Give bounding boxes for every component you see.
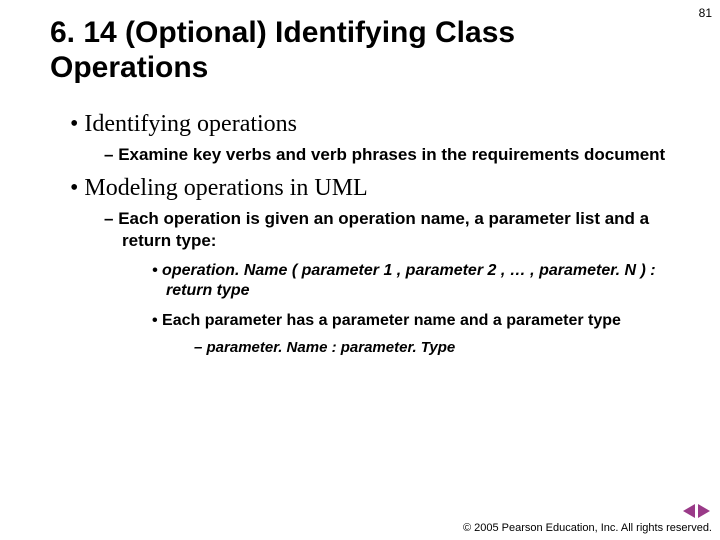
example-parameter-signature: parameter. Name : parameter. Type xyxy=(194,339,680,358)
bullet-identifying-operations: Identifying operations Examine key verbs… xyxy=(70,111,680,165)
copyright-footer: © 2005 Pearson Education, Inc. All right… xyxy=(463,522,712,534)
slide-nav xyxy=(683,504,710,518)
subbullet-examine-verbs: Examine key verbs and verb phrases in th… xyxy=(104,144,680,165)
subbullet-text: Each parameter has a parameter name and … xyxy=(162,312,621,329)
next-slide-icon[interactable] xyxy=(698,504,710,518)
prev-slide-icon[interactable] xyxy=(683,504,695,518)
page-number: 81 xyxy=(699,6,712,20)
example-operation-signature: operation. Name ( parameter 1 , paramete… xyxy=(152,261,680,301)
bullet-text: Identifying operations xyxy=(84,111,297,137)
subbullet-text: Each operation is given an operation nam… xyxy=(118,209,649,249)
bullet-text: Modeling operations in UML xyxy=(84,175,367,201)
subbullet-operation-parts: Each operation is given an operation nam… xyxy=(104,208,680,357)
slide-title: 6. 14 (Optional) Identifying Class Opera… xyxy=(0,0,720,95)
subbullet-parameter-parts: Each parameter has a parameter name and … xyxy=(152,311,680,358)
bullet-modeling-uml: Modeling operations in UML Each operatio… xyxy=(70,175,680,357)
slide-content: Identifying operations Examine key verbs… xyxy=(0,95,720,358)
